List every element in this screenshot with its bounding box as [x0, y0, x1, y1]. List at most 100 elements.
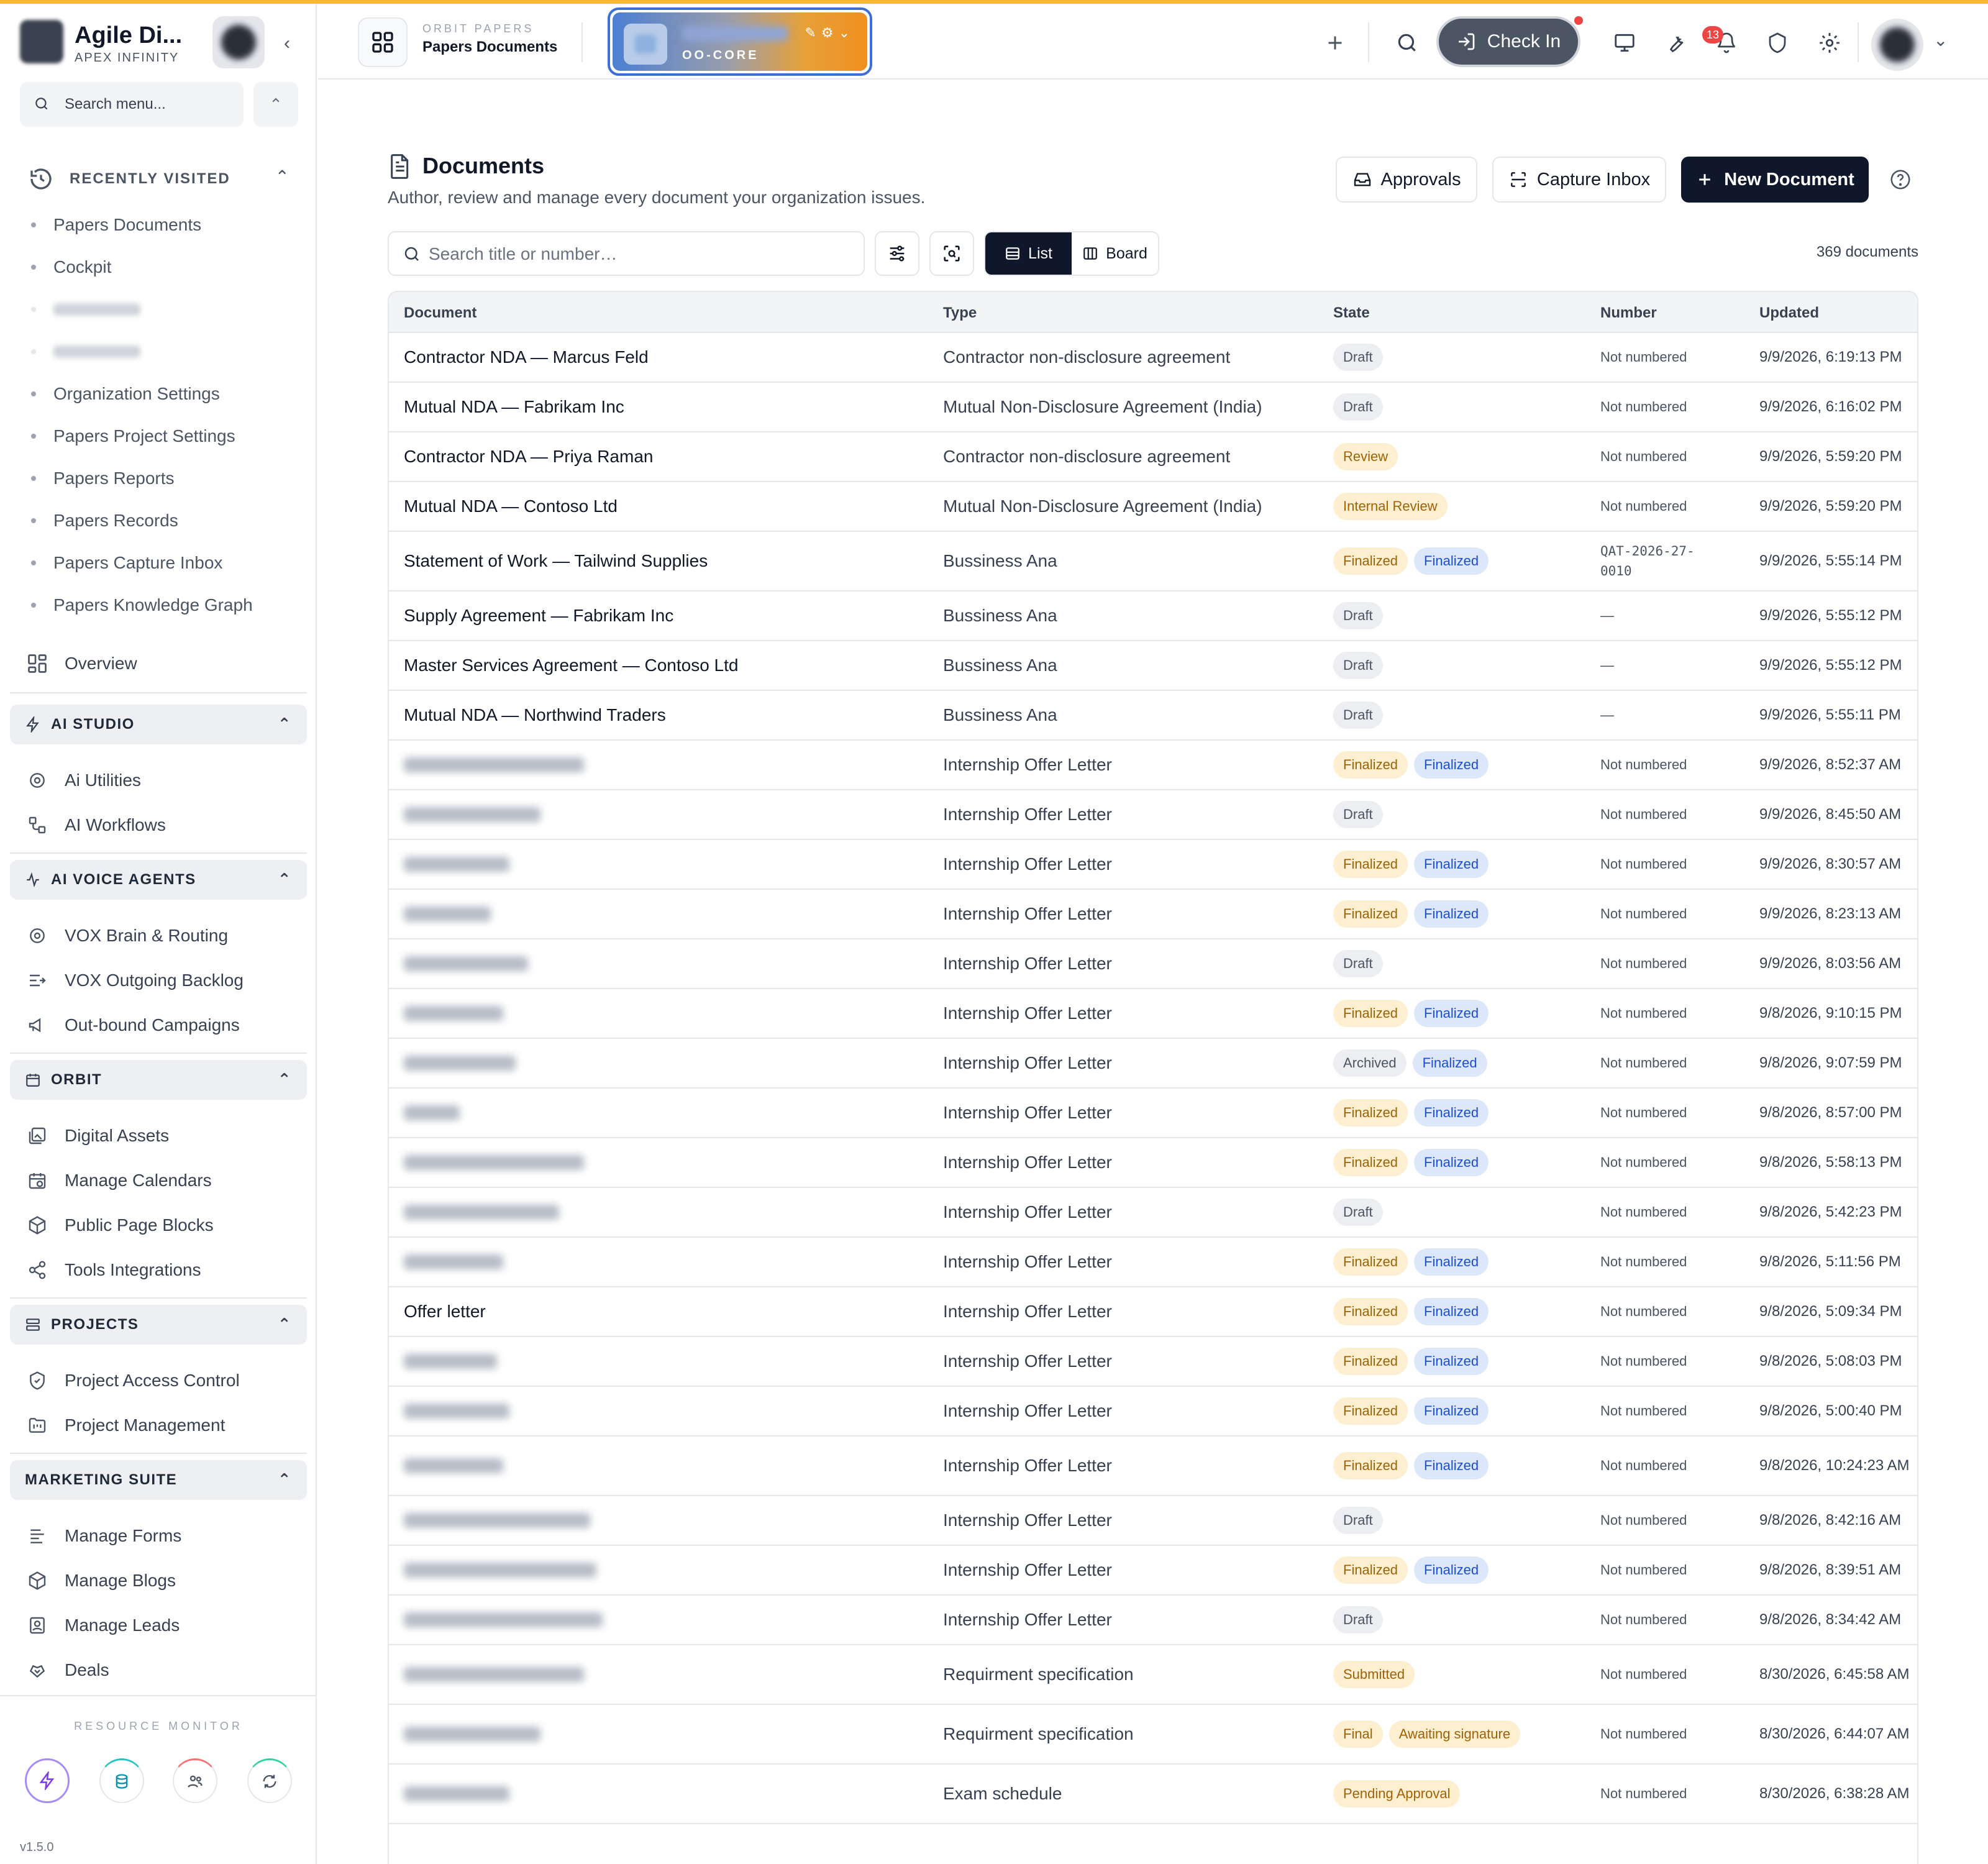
- cell-document[interactable]: [404, 890, 491, 938]
- document-title[interactable]: Statement of Work — Tailwind Supplies: [404, 551, 708, 571]
- table-row[interactable]: Internship Offer Letter Finalized Finalize…: [389, 840, 1917, 890]
- cell-document[interactable]: Contractor NDA — Priya Raman: [404, 432, 653, 481]
- column-header-updated[interactable]: Updated: [1759, 304, 1819, 322]
- group-marketing-suite[interactable]: MARKETING SUITE ⌃: [10, 1460, 307, 1500]
- cell-document[interactable]: [404, 1546, 596, 1594]
- document-title[interactable]: Mutual NDA — Contoso Ltd: [404, 496, 618, 516]
- search-menu-input[interactable]: Search menu...: [20, 82, 244, 127]
- table-row[interactable]: Master Services Agreement — Contoso Ltd B…: [389, 641, 1917, 691]
- cpu-monitor-icon[interactable]: [25, 1758, 70, 1803]
- sidebar-item-manage-calendars[interactable]: Manage Calendars: [25, 1162, 212, 1199]
- table-row[interactable]: Internship Offer Letter Finalized Finalize…: [389, 1138, 1917, 1188]
- cell-document[interactable]: [404, 1238, 503, 1286]
- document-title-redacted[interactable]: [404, 1105, 460, 1120]
- table-row[interactable]: Offer letter Internship Offer Letter Final…: [389, 1287, 1917, 1337]
- sidebar-item-tools-integrations[interactable]: Tools Integrations: [25, 1251, 201, 1289]
- table-row[interactable]: Internship Offer Letter Draft Not numbered…: [389, 1596, 1917, 1645]
- table-row[interactable]: Internship Offer Letter Finalized Finalize…: [389, 1437, 1917, 1496]
- sidebar-item-deals[interactable]: Deals: [25, 1652, 109, 1689]
- document-title-redacted[interactable]: [404, 1667, 584, 1682]
- table-row[interactable]: Internship Offer Letter Finalized Finalize…: [389, 989, 1917, 1039]
- group-projects[interactable]: PROJECTS ⌃: [10, 1305, 307, 1345]
- view-list-button[interactable]: List: [985, 232, 1072, 275]
- document-title-redacted[interactable]: [404, 1563, 596, 1578]
- gear-icon[interactable]: ⚙: [821, 25, 834, 41]
- table-row[interactable]: Internship Offer Letter Archived Finalized…: [389, 1039, 1917, 1089]
- edit-icon[interactable]: ✎: [805, 25, 816, 41]
- cell-document[interactable]: [404, 790, 540, 839]
- cell-document[interactable]: Offer letter: [404, 1287, 486, 1336]
- gear-icon[interactable]: [1814, 27, 1845, 58]
- table-row[interactable]: Exam schedule Pending Approval Not numbere…: [389, 1765, 1917, 1824]
- cell-document[interactable]: [404, 1138, 584, 1187]
- cell-document[interactable]: [404, 1188, 559, 1236]
- group-ai-studio[interactable]: AI STUDIO ⌃: [10, 705, 307, 744]
- sidebar-item-manage-blogs[interactable]: Manage Blogs: [25, 1562, 176, 1599]
- cell-document[interactable]: [404, 1705, 540, 1763]
- table-row[interactable]: Internship Offer Letter Finalized Finalize…: [389, 890, 1917, 939]
- table-row[interactable]: Internship Offer Letter Finalized Finalize…: [389, 1238, 1917, 1287]
- document-title[interactable]: Contractor NDA — Marcus Feld: [404, 347, 649, 367]
- group-ai-voice-agents[interactable]: AI VOICE AGENTS ⌃: [10, 860, 307, 900]
- recent-item[interactable]: Cockpit: [31, 246, 292, 288]
- cell-document[interactable]: Master Services Agreement — Contoso Ltd: [404, 641, 738, 690]
- document-title[interactable]: Mutual NDA — Northwind Traders: [404, 705, 666, 725]
- column-header-document[interactable]: Document: [404, 304, 476, 322]
- cell-document[interactable]: [404, 939, 528, 988]
- recent-item[interactable]: Organization Settings: [31, 373, 292, 415]
- document-title-redacted[interactable]: [404, 1155, 584, 1170]
- cell-document[interactable]: [404, 989, 503, 1038]
- help-icon[interactable]: [1889, 168, 1912, 194]
- document-search-field[interactable]: [388, 231, 865, 276]
- document-title-redacted[interactable]: [404, 956, 528, 971]
- cell-document[interactable]: Supply Agreement — Fabrikam Inc: [404, 592, 673, 640]
- sidebar-item-vox-brain[interactable]: VOX Brain & Routing: [25, 917, 228, 954]
- new-document-button[interactable]: New Document: [1681, 157, 1869, 203]
- cell-document[interactable]: Contractor NDA — Marcus Feld: [404, 333, 649, 381]
- monitor-icon[interactable]: [1609, 27, 1640, 58]
- table-row[interactable]: Internship Offer Letter Draft Not numbered…: [389, 1188, 1917, 1238]
- sidebar-item-digital-assets[interactable]: Digital Assets: [25, 1117, 169, 1154]
- document-title-redacted[interactable]: [404, 1612, 603, 1627]
- database-monitor-icon[interactable]: [99, 1758, 144, 1803]
- cell-document[interactable]: Mutual NDA — Contoso Ltd: [404, 482, 618, 531]
- document-title-redacted[interactable]: [404, 1006, 503, 1021]
- document-title-redacted[interactable]: [404, 1404, 509, 1419]
- recent-item-redacted[interactable]: [31, 331, 292, 373]
- document-title-redacted[interactable]: [404, 1056, 516, 1071]
- table-row[interactable]: Internship Offer Letter Finalized Finalize…: [389, 1337, 1917, 1387]
- sidebar-item-manage-forms[interactable]: Manage Forms: [25, 1517, 181, 1555]
- cell-document[interactable]: [404, 1437, 503, 1495]
- document-title[interactable]: Offer letter: [404, 1302, 486, 1322]
- plus-icon[interactable]: [1320, 27, 1351, 58]
- table-row[interactable]: Internship Offer Letter Finalized Finalize…: [389, 1546, 1917, 1596]
- table-row[interactable]: Internship Offer Letter Draft Not numbered…: [389, 939, 1917, 989]
- table-row[interactable]: Internship Offer Letter Finalized Finalize…: [389, 741, 1917, 790]
- column-header-type[interactable]: Type: [943, 304, 977, 322]
- recently-visited-header[interactable]: RECENTLY VISITED ⌃: [29, 167, 290, 191]
- sync-monitor-icon[interactable]: [247, 1758, 292, 1803]
- table-row[interactable]: Mutual NDA — Northwind Traders Bussiness …: [389, 691, 1917, 741]
- table-row[interactable]: Internship Offer Letter Draft Not numbered…: [389, 1496, 1917, 1546]
- user-avatar[interactable]: [1871, 19, 1923, 71]
- document-title-redacted[interactable]: [404, 1458, 503, 1473]
- sidebar-item-manage-leads[interactable]: Manage Leads: [25, 1607, 180, 1644]
- users-monitor-icon[interactable]: [173, 1758, 217, 1803]
- table-row[interactable]: Contractor NDA — Marcus Feld Contractor n…: [389, 333, 1917, 383]
- chevron-down-icon[interactable]: ⌄: [1933, 30, 1948, 50]
- org-avatar[interactable]: [212, 16, 265, 68]
- document-title-redacted[interactable]: [404, 757, 584, 772]
- document-title[interactable]: Mutual NDA — Fabrikam Inc: [404, 397, 624, 417]
- cell-document[interactable]: [404, 1596, 603, 1644]
- document-title[interactable]: Master Services Agreement — Contoso Ltd: [404, 656, 738, 675]
- brand[interactable]: Agile Di... APEX INFINITY ‹: [20, 16, 299, 72]
- sidebar-item-outbound-campaigns[interactable]: Out-bound Campaigns: [25, 1007, 240, 1044]
- table-row[interactable]: Internship Offer Letter Finalized Finalize…: [389, 1089, 1917, 1138]
- cell-document[interactable]: [404, 1387, 509, 1435]
- sidebar-item-project-management[interactable]: Project Management: [25, 1407, 225, 1444]
- document-title-redacted[interactable]: [404, 1786, 509, 1801]
- document-title-redacted[interactable]: [404, 807, 540, 822]
- cell-document[interactable]: [404, 1496, 590, 1545]
- scan-search-button[interactable]: [929, 231, 974, 276]
- cell-document[interactable]: Statement of Work — Tailwind Supplies: [404, 532, 708, 590]
